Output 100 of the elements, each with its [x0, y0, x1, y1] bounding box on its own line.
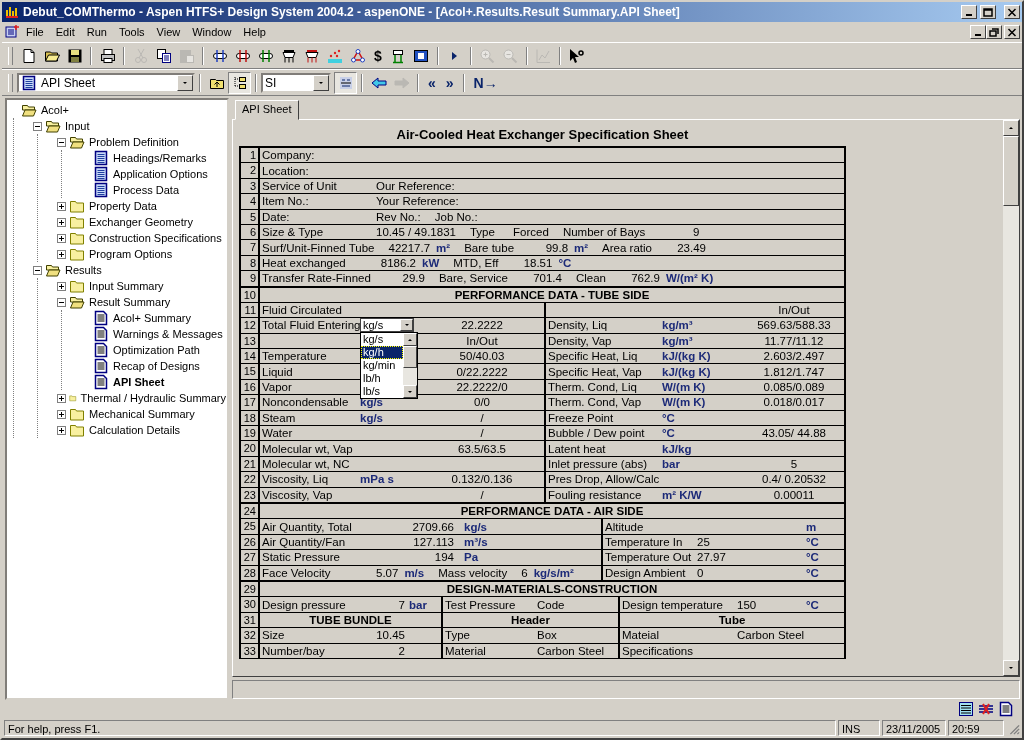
collapse-toggle[interactable]: [57, 297, 66, 307]
air-cooler-icon[interactable]: [280, 48, 297, 64]
save-icon[interactable]: [66, 48, 83, 64]
copy-icon[interactable]: [155, 48, 172, 64]
scroll-thumb[interactable]: [403, 346, 417, 369]
minimize-button[interactable]: [970, 25, 986, 39]
row-number: 21: [241, 456, 260, 472]
tree-item[interactable]: Input: [64, 120, 91, 132]
row-number: 3: [241, 178, 260, 194]
menu-item[interactable]: Run: [80, 25, 113, 39]
tree-item[interactable]: API Sheet: [112, 376, 166, 388]
tree-item[interactable]: Exchanger Geometry: [88, 216, 194, 228]
menu-item[interactable]: Edit: [49, 25, 81, 39]
expand-toggle[interactable]: [57, 249, 66, 259]
scroll-up-icon[interactable]: [406, 336, 414, 344]
field-value: 50/40.03: [458, 349, 506, 364]
field-value: Carbon Steel: [737, 628, 806, 643]
tree-item[interactable]: Warnings & Messages: [112, 328, 224, 340]
triangle-nodes-icon[interactable]: [349, 48, 366, 64]
tree-item[interactable]: Program Options: [88, 248, 174, 260]
dropdown-option[interactable]: lb/h: [361, 372, 403, 386]
open-folder-icon[interactable]: [43, 48, 60, 64]
tree-item[interactable]: Process Data: [112, 184, 181, 196]
dropdown-option[interactable]: kg/min: [361, 359, 403, 373]
toolbar-button[interactable]: «: [423, 72, 441, 94]
field-value: Code: [537, 597, 566, 612]
close-icon: [1007, 27, 1017, 37]
dropdown-option[interactable]: kg/s: [361, 333, 403, 347]
menu-item[interactable]: Help: [237, 25, 272, 39]
scroll-thumb[interactable]: [1003, 136, 1019, 206]
expand-toggle[interactable]: [57, 409, 66, 419]
tree-item[interactable]: Result Summary: [88, 296, 172, 308]
new-file-icon[interactable]: [20, 48, 37, 64]
toolbar-button[interactable]: $: [369, 45, 387, 67]
back-arrow-icon[interactable]: [370, 75, 387, 91]
tree-item[interactable]: Mechanical Summary: [88, 408, 196, 420]
toolbar-button[interactable]: N→: [468, 72, 503, 94]
tree-item[interactable]: Optimization Path: [112, 344, 201, 356]
menu-item[interactable]: File: [20, 25, 50, 39]
dropdown-option[interactable]: kg/h: [361, 346, 403, 360]
tree-item[interactable]: Input Summary: [88, 280, 165, 292]
heat-exchanger-icon[interactable]: [234, 48, 251, 64]
framed-box-icon[interactable]: [413, 48, 430, 64]
field-label: Vapor: [262, 380, 293, 395]
table-icon[interactable]: [958, 701, 974, 717]
collapse-toggle[interactable]: [57, 137, 66, 147]
document-icon[interactable]: [998, 701, 1014, 717]
tree-item[interactable]: Property Data: [88, 200, 158, 212]
expand-toggle[interactable]: [57, 281, 66, 291]
open-folder-icon: [45, 262, 61, 278]
tree-item[interactable]: Thermal / Hydraulic Summary: [79, 392, 227, 404]
scroll-up-icon[interactable]: [1007, 124, 1015, 132]
units-dropdown[interactable]: SI: [261, 73, 331, 93]
document-icon: [93, 342, 109, 358]
tree-item[interactable]: Problem Definition: [88, 136, 180, 148]
heat-exchanger-icon[interactable]: [211, 48, 228, 64]
document-window-icon[interactable]: [4, 24, 20, 40]
expand-toggle[interactable]: [57, 217, 66, 227]
scroll-down-icon[interactable]: [406, 388, 414, 396]
expand-toggle[interactable]: [57, 201, 66, 211]
tree-item[interactable]: Acol+ Summary: [112, 312, 192, 324]
restore-button[interactable]: [986, 25, 1002, 39]
collapse-toggle[interactable]: [33, 121, 42, 131]
maximize-button[interactable]: [980, 5, 996, 19]
menu-item[interactable]: View: [150, 25, 187, 39]
list-scrollbar[interactable]: [403, 333, 417, 399]
expand-toggle[interactable]: [57, 393, 66, 403]
section-heading: TUBE BUNDLE: [308, 612, 393, 627]
minimize-button[interactable]: [961, 5, 977, 19]
heat-exchanger-icon[interactable]: [257, 48, 274, 64]
menu-item[interactable]: Tools: [112, 25, 151, 39]
menu-item[interactable]: Window: [186, 25, 238, 39]
toolbar-button[interactable]: »: [440, 72, 459, 94]
vertical-scrollbar[interactable]: [1003, 120, 1019, 676]
tree-item[interactable]: Headings/Remarks: [112, 152, 208, 164]
row-number: 15: [241, 364, 260, 379]
expand-toggle[interactable]: [57, 233, 66, 243]
collapse-toggle[interactable]: [33, 265, 42, 275]
crossed-lines-icon[interactable]: [978, 701, 994, 717]
view-dropdown[interactable]: API Sheet: [17, 73, 195, 93]
tree-item[interactable]: Application Options: [112, 168, 209, 180]
tree-item[interactable]: Results: [64, 264, 103, 276]
dropdown-arrow-icon[interactable]: [181, 79, 189, 87]
close-button[interactable]: [1004, 5, 1020, 19]
tree-item[interactable]: Acol+: [40, 104, 70, 116]
form-icon: [93, 166, 109, 182]
air-cooler-icon[interactable]: [303, 48, 320, 64]
field-label: Latent heat: [548, 441, 607, 456]
field-value: Box: [537, 628, 558, 643]
printer-icon[interactable]: [99, 48, 116, 64]
expand-toggle[interactable]: [57, 425, 66, 435]
close-button[interactable]: [1004, 25, 1020, 39]
droplets-icon[interactable]: [326, 48, 343, 64]
pointer-icon[interactable]: [568, 48, 585, 64]
tree-item[interactable]: Construction Specifications: [88, 232, 223, 244]
tree-item[interactable]: Calculation Details: [88, 424, 182, 436]
scroll-down-icon[interactable]: [1007, 664, 1015, 672]
dropdown-arrow-icon[interactable]: [317, 79, 325, 87]
tab[interactable]: API Sheet: [235, 100, 299, 120]
tree-item[interactable]: Recap of Designs: [112, 360, 201, 372]
